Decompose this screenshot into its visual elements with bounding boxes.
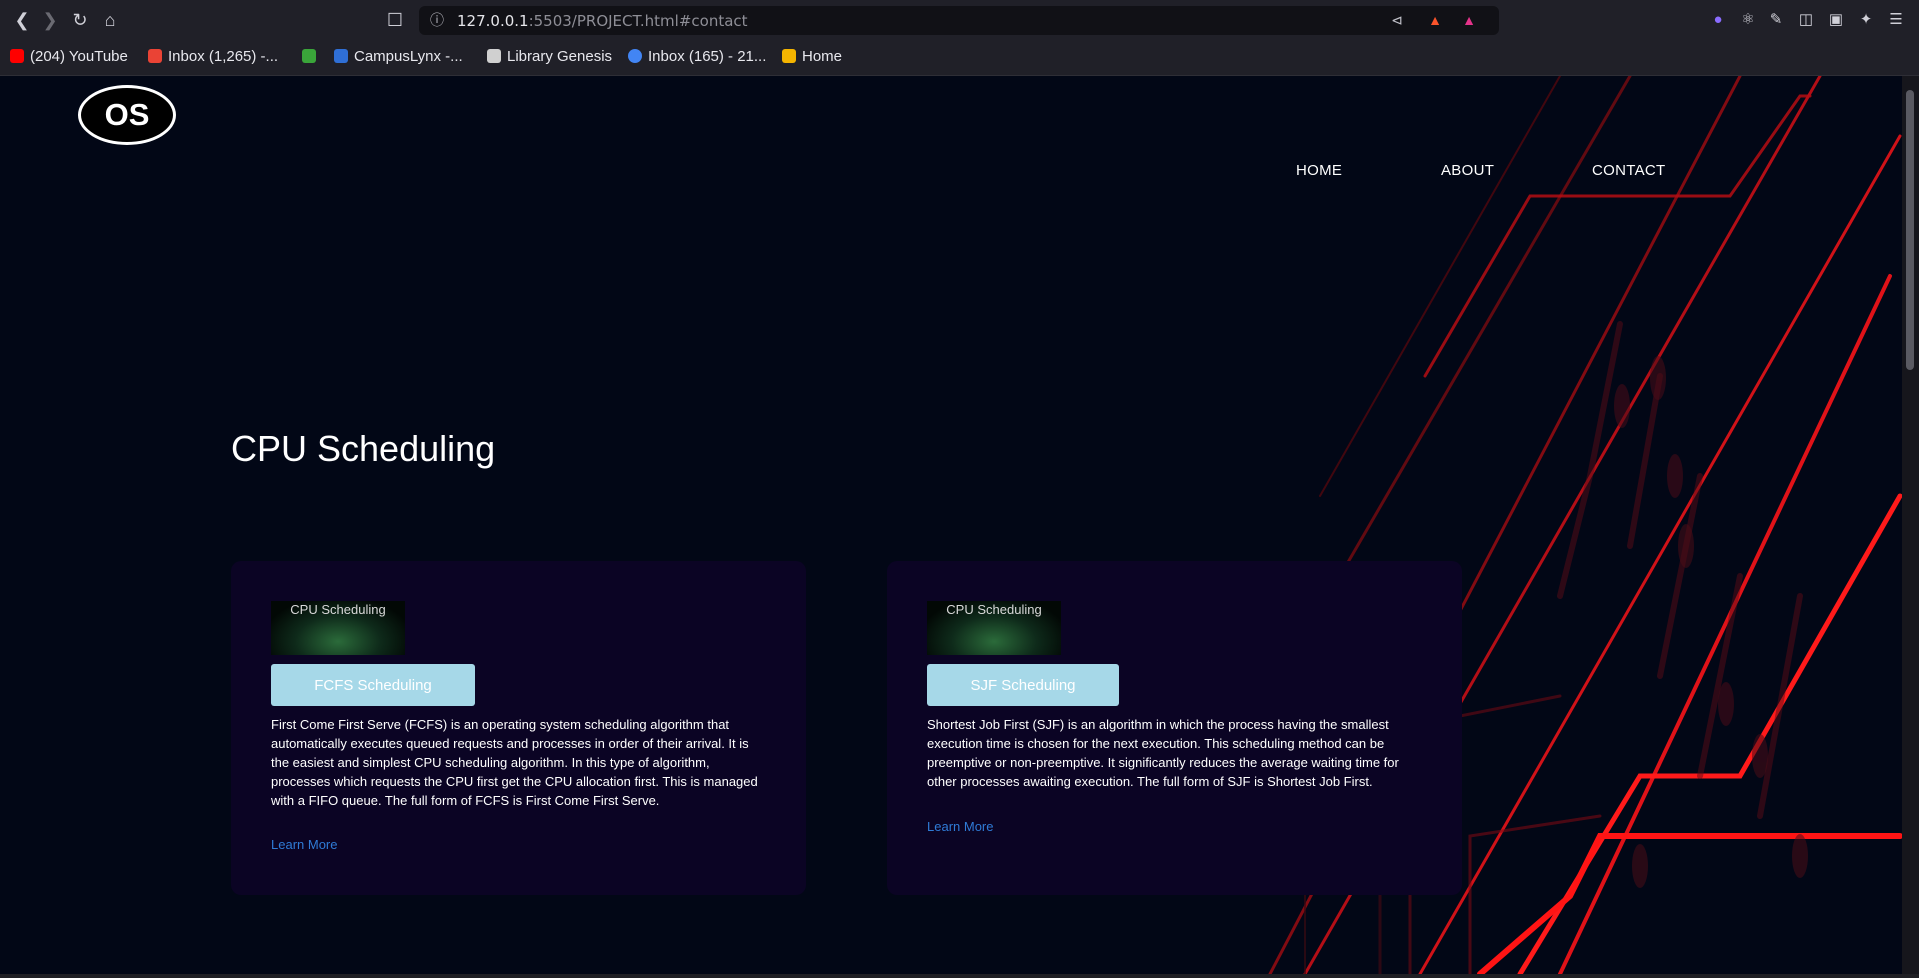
bookmark-campuslynx[interactable]: CampusLynx -... [334, 46, 463, 68]
cpu-scheduling-image: CPU Scheduling [271, 601, 405, 655]
bookmark-green[interactable] [302, 46, 322, 68]
bookmark-home[interactable]: Home [782, 46, 842, 68]
scrollbar-thumb[interactable] [1906, 90, 1914, 370]
share-icon[interactable]: ⊲ [1387, 10, 1407, 30]
bookmark-icon[interactable]: ☐ [383, 8, 407, 32]
nav-contact[interactable]: CONTACT [1592, 162, 1665, 179]
bookmark-label: Inbox (1,265) -... [168, 48, 279, 65]
card-fcfs: CPU Scheduling FCFS Scheduling First Com… [231, 561, 806, 895]
bookmarks-bar: (204) YouTube Inbox (1,265) -... CampusL… [0, 40, 1919, 76]
gmail-icon [148, 49, 162, 63]
learn-more-link[interactable]: Learn More [271, 837, 337, 852]
url-text[interactable]: 127.0.0.1:5503/PROJECT.html#contact [457, 12, 748, 30]
bookmark-youtube[interactable]: (204) YouTube [10, 46, 128, 68]
campuslynx-icon [334, 49, 348, 63]
bookmark-favicon [302, 49, 316, 63]
wallet-icon[interactable]: ▣ [1826, 10, 1846, 30]
image-caption: CPU Scheduling [946, 602, 1042, 617]
cpu-scheduling-image: CPU Scheduling [927, 601, 1061, 655]
learn-more-link[interactable]: Learn More [927, 819, 993, 834]
bookmark-google-inbox[interactable]: Inbox (165) - 21... [628, 46, 766, 68]
reload-icon[interactable]: ↻ [68, 8, 92, 32]
brave-shields-icon[interactable]: ▲ [1425, 10, 1445, 30]
bookmark-label: CampusLynx -... [354, 48, 463, 65]
nav-about[interactable]: ABOUT [1441, 162, 1494, 179]
brave-rewards-icon[interactable]: ▲ [1459, 10, 1479, 30]
bookmark-library-genesis[interactable]: Library Genesis [487, 46, 612, 68]
vpn-icon[interactable]: ● [1708, 10, 1728, 30]
react-devtools-icon[interactable]: ⚛ [1738, 10, 1758, 30]
page-viewport: OS HOME ABOUT CONTACT CPU Scheduling CPU… [0, 76, 1902, 974]
site-logo[interactable]: OS [78, 85, 176, 145]
sidebar-icon[interactable]: ◫ [1796, 10, 1816, 30]
google-icon [628, 49, 642, 63]
back-icon[interactable]: ❮ [10, 8, 34, 32]
nav-home[interactable]: HOME [1296, 162, 1342, 179]
sjf-scheduling-button[interactable]: SJF Scheduling [927, 664, 1119, 706]
bookmark-label: Inbox (165) - 21... [648, 48, 767, 65]
card-description: Shortest Job First (SJF) is an algorithm… [927, 717, 1399, 789]
menu-icon[interactable]: ☰ [1886, 10, 1906, 30]
image-icon [782, 49, 796, 63]
image-caption: CPU Scheduling [290, 602, 386, 617]
youtube-icon [10, 49, 24, 63]
bookmark-gmail[interactable]: Inbox (1,265) -... [148, 46, 278, 68]
url-host: 127.0.0.1 [457, 12, 529, 30]
forward-icon[interactable]: ❯ [38, 8, 62, 32]
page-scrollbar[interactable] [1902, 76, 1919, 974]
fcfs-scheduling-button[interactable]: FCFS Scheduling [271, 664, 475, 706]
bookmark-label: Home [802, 48, 843, 65]
leo-ai-icon[interactable]: ✦ [1856, 10, 1876, 30]
url-path: :5503/PROJECT.html#contact [528, 12, 748, 30]
browser-toolbar: ❮ ❯ ↻ ⌂ ☐ ⓘ 127.0.0.1:5503/PROJECT.html#… [0, 0, 1919, 40]
site-info-icon[interactable]: ⓘ [427, 10, 447, 30]
page-title: CPU Scheduling [231, 428, 496, 469]
book-icon [487, 49, 501, 63]
extensions-icon[interactable]: ✎ [1766, 10, 1786, 30]
home-icon[interactable]: ⌂ [98, 8, 122, 32]
card-description: First Come First Serve (FCFS) is an oper… [271, 717, 758, 808]
card-sjf: CPU Scheduling SJF Scheduling Shortest J… [887, 561, 1462, 895]
bookmark-label: (204) YouTube [30, 48, 128, 65]
address-bar[interactable]: ⓘ 127.0.0.1:5503/PROJECT.html#contact ⊲ … [419, 6, 1499, 35]
bookmark-label: Library Genesis [507, 48, 613, 65]
